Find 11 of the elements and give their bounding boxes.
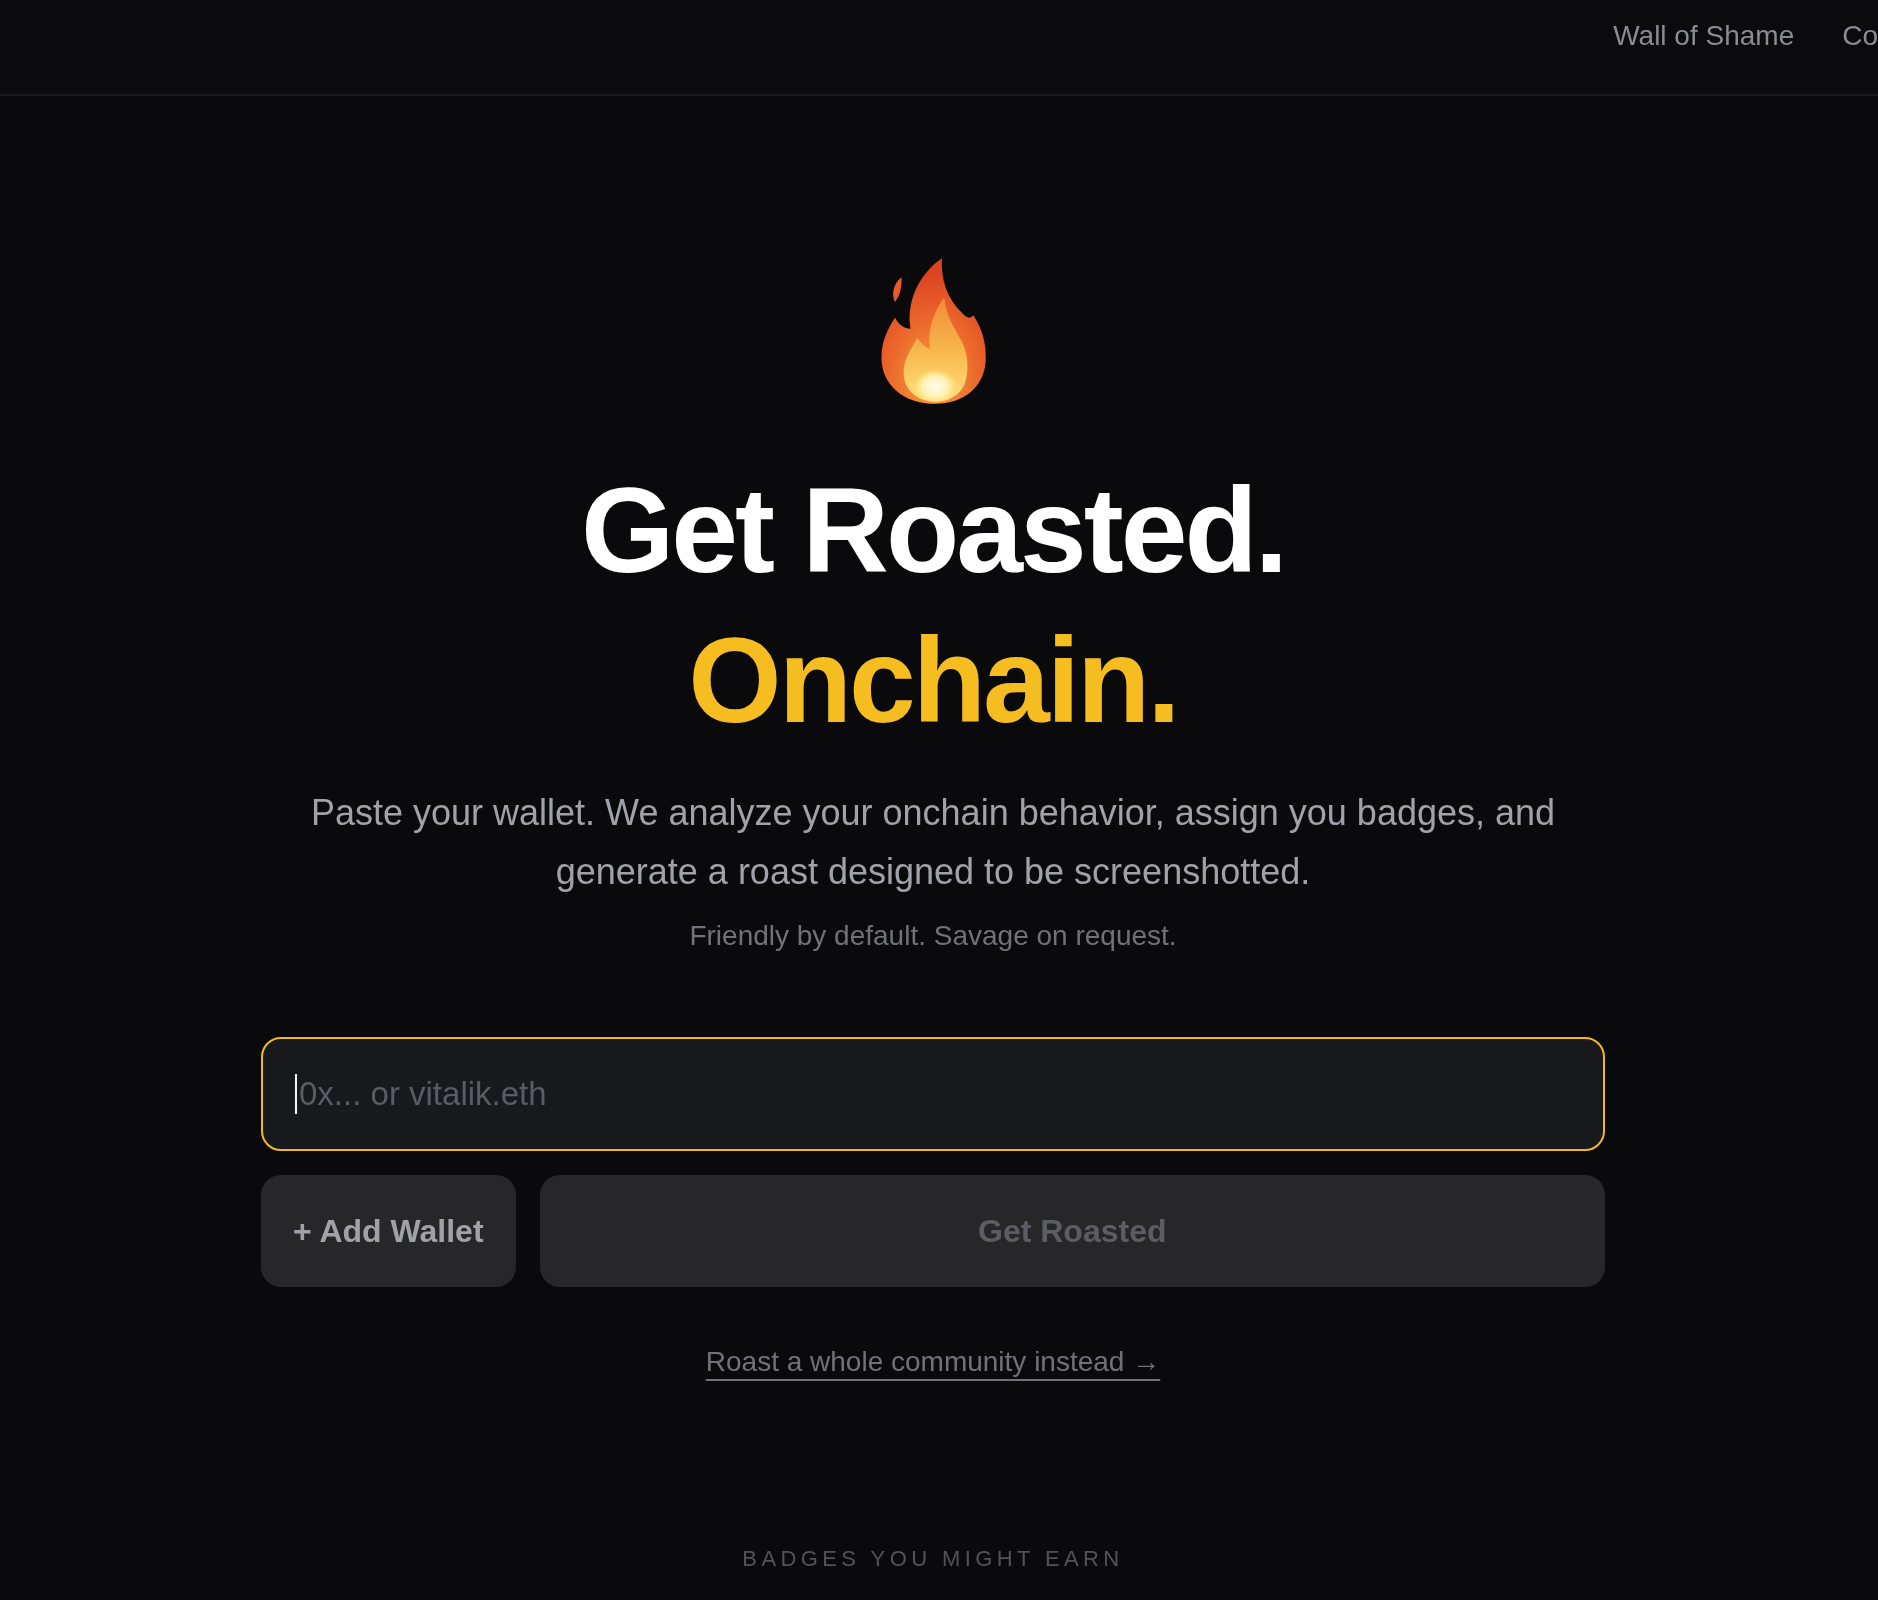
- section-heading: BADGES YOU MIGHT EARN: [742, 1545, 1124, 1573]
- headline: Get Roasted.: [580, 462, 1286, 599]
- nav-link[interactable]: Wall of Shame: [1613, 18, 1795, 54]
- nav-link[interactable]: Co: [1842, 18, 1878, 54]
- community-link[interactable]: Roast a whole community instead →: [705, 1341, 1161, 1383]
- headline-highlight: Onchain.: [688, 612, 1178, 749]
- text-cursor: [295, 1074, 297, 1114]
- address-input[interactable]: 0x... or vitalik.eth: [261, 1037, 1605, 1151]
- add-button[interactable]: + Add Wallet: [261, 1175, 516, 1287]
- tagline: Friendly by default. Savage on request.: [689, 919, 1177, 953]
- description: Paste your wallet. We analyze your onchain behavior, assign you badges, and generate a roast designed to be screenshotted.: [309, 791, 1557, 894]
